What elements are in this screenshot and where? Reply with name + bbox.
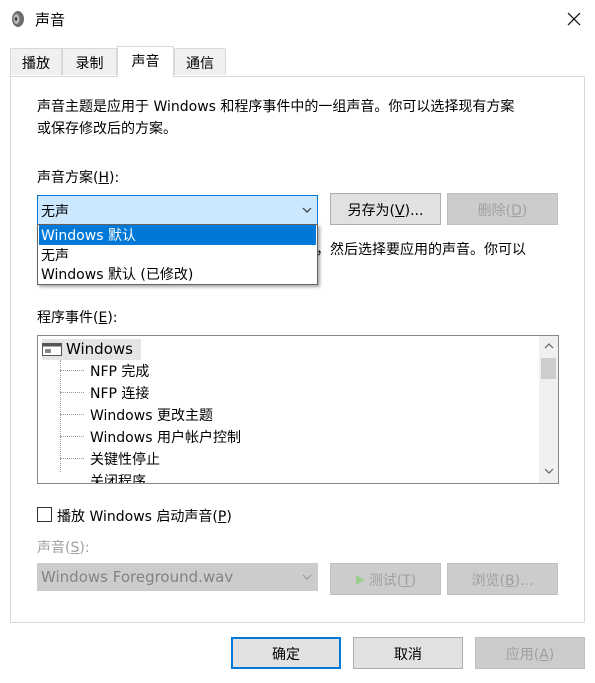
scheme-label: 声音方案(H): xyxy=(37,170,120,186)
chevron-down-icon xyxy=(302,207,312,213)
startup-sound-label[interactable]: 播放 Windows 启动声音(P) xyxy=(57,506,232,526)
description-line-2: 或保存修改后的方案。 xyxy=(37,121,177,137)
tree-connector xyxy=(60,370,84,371)
description-line-1: 声音主题是应用于 Windows 和程序事件中的一组声音。你可以选择现有方案 xyxy=(37,99,515,115)
startup-sound-checkbox[interactable] xyxy=(37,507,52,522)
scheme-select[interactable]: 无声 xyxy=(37,195,318,225)
tab-playback[interactable]: 播放 xyxy=(10,48,62,75)
tree-connector xyxy=(60,392,84,393)
ok-button[interactable]: 确定 xyxy=(231,637,341,669)
description-partial: ，然后选择要应用的声音。你可以 xyxy=(316,242,526,258)
scheme-dropdown-list: Windows 默认 无声 Windows 默认 (已修改) xyxy=(37,224,318,285)
tree-connector xyxy=(60,436,84,437)
window-icon xyxy=(42,343,62,356)
program-events-label: 程序事件(E): xyxy=(37,310,118,326)
scheme-option-windows-modified[interactable]: Windows 默认 (已修改) xyxy=(39,264,316,284)
list-item[interactable]: NFP 完成 xyxy=(90,361,149,381)
list-item[interactable]: NFP 连接 xyxy=(90,383,149,403)
browse-button[interactable]: 浏览(B)... xyxy=(447,563,558,595)
test-button[interactable]: 测试(T) xyxy=(330,563,441,595)
apply-button[interactable]: 应用(A) xyxy=(475,637,585,669)
close-icon xyxy=(567,12,581,26)
save-as-button[interactable]: 另存为(V)... xyxy=(330,193,441,225)
scrollbar-thumb[interactable] xyxy=(541,358,556,379)
close-button[interactable] xyxy=(556,4,592,34)
tab-communications[interactable]: 通信 xyxy=(174,48,226,75)
speaker-icon xyxy=(10,10,26,28)
scheme-option-no-sounds[interactable]: 无声 xyxy=(39,245,316,265)
tree-connector xyxy=(60,414,84,415)
delete-button[interactable]: 删除(D) xyxy=(447,193,558,225)
sound-select[interactable]: Windows Foreground.wav xyxy=(37,563,318,591)
tree-connector xyxy=(60,458,84,459)
tree-root-windows[interactable]: Windows xyxy=(42,339,141,360)
tab-recording[interactable]: 录制 xyxy=(62,48,117,75)
vertical-scrollbar[interactable] xyxy=(539,336,558,483)
chevron-down-icon xyxy=(302,574,312,580)
play-icon xyxy=(355,575,365,585)
list-item[interactable]: Windows 用户帐户控制 xyxy=(90,427,241,447)
sound-value: Windows Foreground.wav xyxy=(41,568,234,586)
tab-sounds[interactable]: 声音 xyxy=(117,46,174,77)
list-item[interactable]: 关键性停止 xyxy=(90,449,160,469)
sound-label: 声音(S): xyxy=(37,540,90,556)
list-item[interactable]: 关闭程序 xyxy=(90,471,146,483)
program-events-list[interactable]: Windows NFP 完成 NFP 连接 Windows 更改主题 Windo… xyxy=(37,335,559,484)
list-item[interactable]: Windows 更改主题 xyxy=(90,405,213,425)
chevron-up-icon[interactable] xyxy=(544,343,554,349)
chevron-down-icon[interactable] xyxy=(544,468,554,474)
tree-line xyxy=(60,360,61,472)
cancel-button[interactable]: 取消 xyxy=(353,637,463,669)
window-title: 声音 xyxy=(35,11,66,29)
title-bar: 声音 xyxy=(0,0,595,38)
scheme-selected-value: 无声 xyxy=(41,204,69,220)
scheme-option-windows-default[interactable]: Windows 默认 xyxy=(39,225,316,245)
